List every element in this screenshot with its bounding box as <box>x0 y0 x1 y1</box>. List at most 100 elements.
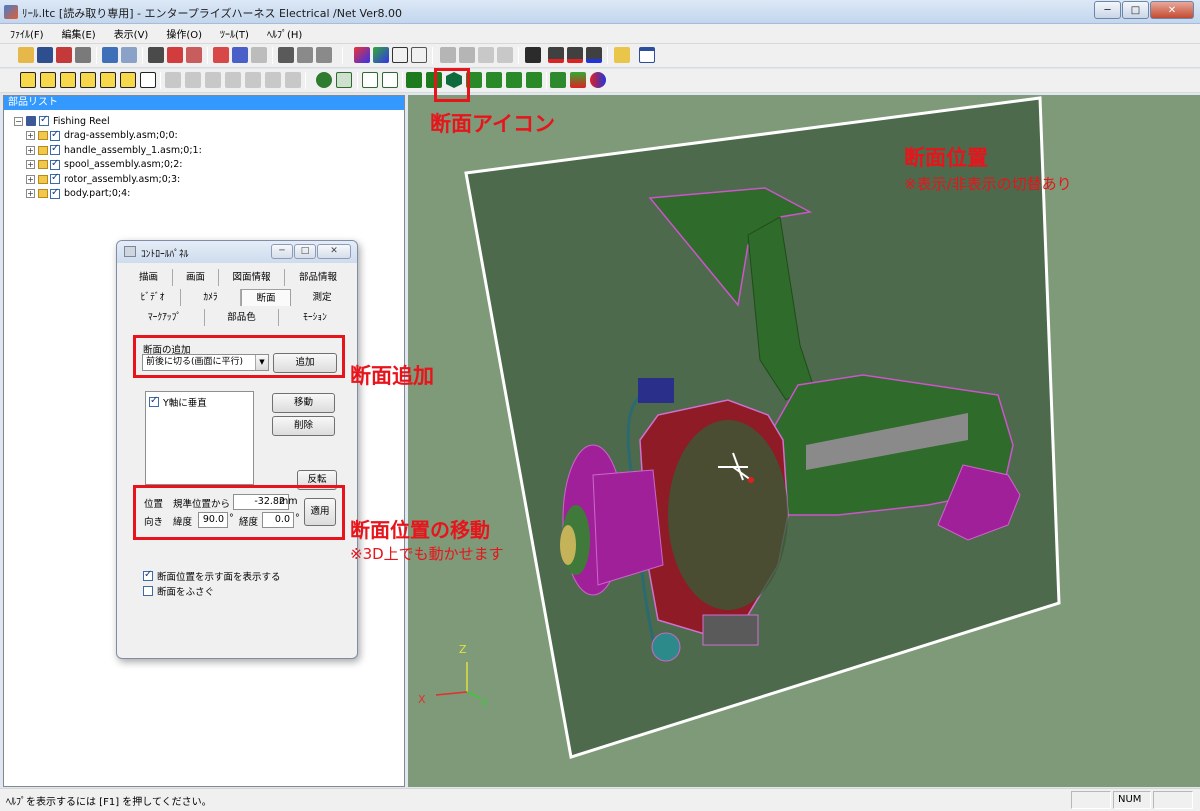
collapse-icon[interactable]: − <box>14 116 23 126</box>
map-icon[interactable] <box>567 47 583 63</box>
measure-icon[interactable] <box>550 72 566 88</box>
tab-draw[interactable]: 描画 <box>125 269 173 286</box>
speed-icon[interactable] <box>586 47 602 63</box>
view-icon[interactable] <box>297 47 313 63</box>
menu-view[interactable]: 表示(V) <box>112 25 151 42</box>
cube7-icon[interactable] <box>140 72 156 88</box>
expand-icon[interactable]: + <box>26 145 35 155</box>
item-checkbox[interactable] <box>50 143 60 156</box>
section-item-checkbox[interactable] <box>149 395 159 407</box>
hidden-line-icon[interactable] <box>411 47 427 63</box>
g4-icon[interactable] <box>225 72 241 88</box>
item-checkbox[interactable] <box>50 172 60 185</box>
tab-section[interactable]: 断面 <box>241 289 291 306</box>
cube3-icon[interactable] <box>60 72 76 88</box>
move-handle-point[interactable] <box>748 477 754 483</box>
tree-root[interactable]: − Fishing Reel <box>14 114 202 129</box>
color-parts-icon[interactable] <box>590 72 606 88</box>
green3-icon[interactable] <box>362 72 378 88</box>
wireframe-icon[interactable] <box>392 47 408 63</box>
color-icon[interactable] <box>213 47 229 63</box>
menu-tools[interactable]: ﾂｰﾙ(T) <box>218 25 251 42</box>
markup-icon[interactable] <box>167 47 183 63</box>
root-checkbox[interactable] <box>39 114 49 127</box>
green8-icon[interactable] <box>526 72 542 88</box>
tab-part-color[interactable]: 部品色 <box>205 309 279 326</box>
dialog-title-bar[interactable]: ｺﾝﾄﾛｰﾙﾊﾟﾈﾙ ─ □ ✕ <box>117 241 357 263</box>
item-checkbox[interactable] <box>50 158 60 170</box>
show-plane-option[interactable]: 断面位置を示す面を表示する <box>143 569 281 583</box>
tab-markup[interactable]: ﾏｰｸｱｯﾌﾟ <box>125 309 205 326</box>
dialog-maximize-button[interactable]: □ <box>294 244 316 259</box>
item-checkbox[interactable] <box>50 129 60 141</box>
move-button[interactable]: 移動 <box>272 393 335 413</box>
auto-icon[interactable] <box>548 47 564 63</box>
green4-icon[interactable] <box>382 72 398 88</box>
model-icon[interactable] <box>56 47 72 63</box>
g2-icon[interactable] <box>185 72 201 88</box>
expand-icon[interactable]: + <box>26 174 35 184</box>
section-list[interactable]: Y軸に垂直 <box>145 391 254 485</box>
shaded-edge-icon[interactable] <box>373 47 389 63</box>
cube5-icon[interactable] <box>100 72 116 88</box>
tab-screen[interactable]: 画面 <box>173 269 219 286</box>
g7-icon[interactable] <box>285 72 301 88</box>
section-list-item[interactable]: Y軸に垂直 <box>149 395 207 409</box>
print-icon[interactable] <box>75 47 91 63</box>
close-button[interactable]: ✕ <box>1150 1 1194 19</box>
camera-icon[interactable] <box>278 47 294 63</box>
green6-icon[interactable] <box>486 72 502 88</box>
tab-measure[interactable]: 測定 <box>293 289 351 306</box>
menu-help[interactable]: ﾍﾙﾌﾟ(H) <box>265 25 304 42</box>
show-plane-checkbox[interactable] <box>143 569 153 581</box>
front-view-icon[interactable] <box>440 47 456 63</box>
g1-icon[interactable] <box>165 72 181 88</box>
refresh-icon[interactable] <box>102 47 118 63</box>
paint-icon[interactable] <box>232 47 248 63</box>
select-icon[interactable] <box>121 47 137 63</box>
minimize-button[interactable]: ─ <box>1094 1 1121 19</box>
save-icon[interactable] <box>37 47 53 63</box>
cap-section-option[interactable]: 断面をふさぐ <box>143 584 214 598</box>
delete-icon[interactable] <box>251 47 267 63</box>
tree-item[interactable]: + spool_assembly.asm;0;2: <box>14 158 202 173</box>
model-view[interactable]: Z X Y <box>408 95 1200 787</box>
cube6-icon[interactable] <box>120 72 136 88</box>
view2-icon[interactable] <box>316 47 332 63</box>
expand-icon[interactable]: + <box>26 131 35 141</box>
tab-part-info[interactable]: 部品情報 <box>285 269 351 286</box>
window-icon[interactable] <box>639 47 655 63</box>
iso-view-icon[interactable] <box>497 47 513 63</box>
side-view-icon[interactable] <box>478 47 494 63</box>
cube4-icon[interactable] <box>80 72 96 88</box>
tab-drawing-info[interactable]: 図面情報 <box>219 269 285 286</box>
dialog-close-button[interactable]: ✕ <box>317 244 351 259</box>
tab-motion[interactable]: ﾓｰｼｮﾝ <box>279 309 351 326</box>
tab-video[interactable]: ﾋﾞﾃﾞｵ <box>125 289 181 306</box>
cap-section-checkbox[interactable] <box>143 586 153 596</box>
3d-viewport[interactable]: Z X Y <box>408 95 1200 787</box>
tree-item[interactable]: + rotor_assembly.asm;0;3: <box>14 172 202 187</box>
expand-icon[interactable]: + <box>26 160 35 170</box>
g5-icon[interactable] <box>245 72 261 88</box>
green7-icon[interactable] <box>506 72 522 88</box>
tree-icon[interactable] <box>614 47 630 63</box>
erase-icon[interactable] <box>186 47 202 63</box>
delete-button[interactable]: 削除 <box>272 416 335 436</box>
maximize-button[interactable]: □ <box>1122 1 1149 19</box>
explode-icon[interactable] <box>406 72 422 88</box>
shaded-icon[interactable] <box>354 47 370 63</box>
g6-icon[interactable] <box>265 72 281 88</box>
open-icon[interactable] <box>18 47 34 63</box>
dimension-icon[interactable] <box>570 72 586 88</box>
expand-icon[interactable]: + <box>26 189 35 199</box>
menu-file[interactable]: ﾌｧｲﾙ(F) <box>8 25 46 42</box>
cube1-icon[interactable] <box>20 72 36 88</box>
pen-icon[interactable] <box>148 47 164 63</box>
tree-item[interactable]: + body.part;0;4: <box>14 187 202 202</box>
green2-icon[interactable] <box>336 72 352 88</box>
green1-icon[interactable] <box>316 72 332 88</box>
tree-item[interactable]: + handle_assembly_1.asm;0;1: <box>14 143 202 158</box>
g3-icon[interactable] <box>205 72 221 88</box>
tab-camera[interactable]: ｶﾒﾗ <box>181 289 241 306</box>
